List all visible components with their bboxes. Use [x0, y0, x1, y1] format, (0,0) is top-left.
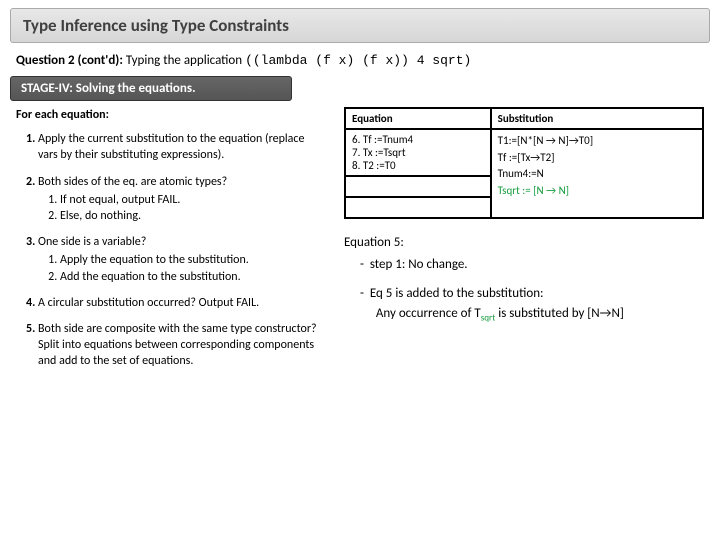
notes-b2b-post: is substituted by [N→N]	[495, 306, 624, 321]
empty-cell	[345, 197, 491, 218]
step-5: Both side are composite with the same ty…	[38, 321, 326, 370]
notes-b2a-text: Eq 5 is added to the substitution:	[370, 286, 544, 301]
sub-line-4: Tsqrt := [N → N]	[498, 183, 696, 200]
algorithm-column: For each equation: Apply the current sub…	[16, 107, 326, 379]
substitution-cell: T1:=[N*[N → N]→T0] Tf :=[Tx→T2] Tnum4:=N…	[491, 129, 703, 218]
notes: Equation 5: - step 1: No change. - Eq 5 …	[344, 233, 704, 325]
eq-line-6: 6. Tf :=Tnum4	[352, 133, 484, 146]
step-1: Apply the current substitution to the eq…	[38, 131, 326, 163]
table-header-row: Equation Substitution	[345, 108, 703, 129]
notes-b1-text: step 1: No change.	[370, 257, 468, 272]
sub-line-2: Tf :=[Tx→T2]	[498, 150, 696, 167]
question-label: Question 2 (cont'd):	[16, 53, 123, 68]
question-line: Question 2 (cont'd): Typing the applicat…	[16, 53, 704, 68]
table-row: 6. Tf :=Tnum4 7. Tx :=Tsqrt 8. T2 :=T0 T…	[345, 129, 703, 176]
body: For each equation: Apply the current sub…	[16, 107, 704, 379]
step-5-text: Both side are composite with the same ty…	[38, 322, 317, 368]
step-2: Both sides of the eq. are atomic types? …	[38, 174, 326, 225]
notes-bullet-1: - step 1: No change.	[360, 255, 704, 275]
step-4: A circular substitution occurred? Output…	[38, 295, 326, 311]
step-3-1: Apply the equation to the substitution.	[60, 252, 326, 268]
step-1-text: Apply the current substitution to the eq…	[38, 132, 304, 162]
question-text: Typing the application	[126, 53, 242, 68]
stage-bar: STAGE-IV: Solving the equations.	[10, 76, 292, 101]
title-bar: Type Inference using Type Constraints	[10, 8, 710, 43]
for-each-equation: For each equation:	[16, 107, 326, 123]
step-list: Apply the current substitution to the eq…	[16, 131, 326, 369]
notes-bullet-2: - Eq 5 is added to the substitution: Any…	[360, 284, 704, 325]
sub-line-3: Tnum4:=N	[498, 166, 696, 183]
right-column: Equation Substitution 6. Tf :=Tnum4 7. T…	[344, 107, 704, 379]
step-3: One side is a variable? Apply the equati…	[38, 234, 326, 285]
step-4-text: A circular substitution occurred? Output…	[38, 296, 259, 310]
empty-cell	[345, 176, 491, 197]
equation-cell: 6. Tf :=Tnum4 7. Tx :=Tsqrt 8. T2 :=T0	[345, 129, 491, 176]
step-3-text: One side is a variable?	[38, 235, 146, 249]
equation-table: Equation Substitution 6. Tf :=Tnum4 7. T…	[344, 107, 704, 219]
eq-line-8: 8. T2 :=T0	[352, 159, 484, 172]
question-code: ((lambda (f x) (f x)) 4 sqrt)	[245, 53, 471, 68]
eq-line-7: 7. Tx :=Tsqrt	[352, 146, 484, 159]
step-2-1: If not equal, output FAIL.	[60, 192, 326, 208]
notes-b2b-sub: sqrt	[481, 312, 496, 323]
slide: Type Inference using Type Constraints Qu…	[0, 8, 720, 548]
sub-line-1: T1:=[N*[N → N]→T0]	[498, 133, 696, 150]
step-3-2: Add the equation to the substitution.	[60, 269, 326, 285]
step-2-2: Else, do nothing.	[60, 208, 326, 224]
step-2-text: Both sides of the eq. are atomic types?	[38, 175, 227, 189]
col-equation: Equation	[345, 108, 491, 129]
notes-b2b-pre: Any occurrence of T	[376, 306, 481, 321]
col-substitution: Substitution	[491, 108, 703, 129]
notes-header: Equation 5:	[344, 233, 704, 253]
